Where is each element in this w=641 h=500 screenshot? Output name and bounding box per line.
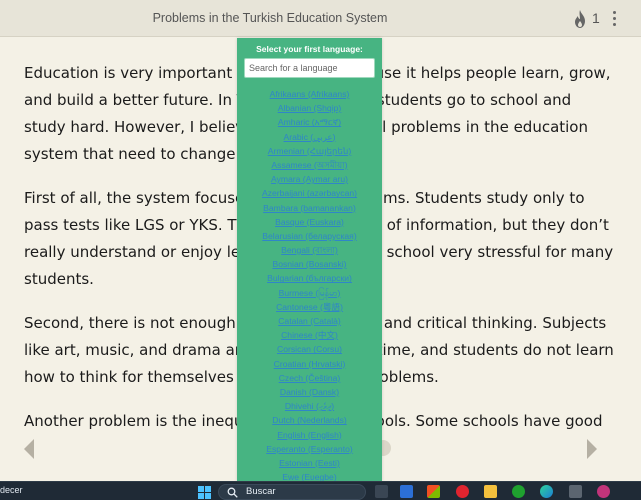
- language-option[interactable]: Aymara (Aymar aru): [237, 172, 382, 186]
- language-option[interactable]: Bambara (bamanankan): [237, 201, 382, 215]
- file-explorer-icon[interactable]: [375, 485, 388, 498]
- language-option[interactable]: Esperanto (Esperanto): [237, 442, 382, 456]
- language-option[interactable]: Belarusian (беларуская): [237, 229, 382, 243]
- language-option[interactable]: Dhivehi (ދިވެހި): [237, 399, 382, 413]
- kebab-menu-icon[interactable]: [610, 10, 618, 28]
- language-option[interactable]: Assamese (অসমীয়া): [237, 158, 382, 172]
- language-option[interactable]: Basque (Euskara): [237, 215, 382, 229]
- language-search-input[interactable]: [244, 58, 375, 78]
- language-picker-heading: Select your first language:: [256, 44, 363, 54]
- language-option[interactable]: Cantonese (粵語): [237, 300, 382, 314]
- language-option[interactable]: Danish (Dansk): [237, 385, 382, 399]
- chevron-left-icon[interactable]: [22, 438, 36, 460]
- language-picker: Select your first language: Afrikaans (A…: [237, 38, 382, 482]
- language-option[interactable]: Czech (Čeština): [237, 371, 382, 385]
- language-option[interactable]: Corsican (Corsu): [237, 342, 382, 356]
- language-list: Afrikaans (Afrikaans) Albanian (Shqip) A…: [237, 87, 382, 482]
- page-title: Problems in the Turkish Education System: [152, 11, 388, 25]
- taskbar-search-label: Buscar: [246, 486, 276, 497]
- language-option[interactable]: Bulgarian (български): [237, 271, 382, 285]
- store-icon[interactable]: [427, 485, 440, 498]
- language-option[interactable]: Amharic (አማርኛ): [237, 115, 382, 129]
- search-icon: [227, 487, 238, 498]
- taskbar-corner-text: decer: [0, 485, 23, 495]
- chevron-right-icon[interactable]: [585, 438, 599, 460]
- windows-icon[interactable]: [198, 486, 211, 499]
- os-taskbar: decer Buscar: [0, 481, 641, 500]
- folder-icon[interactable]: [484, 485, 497, 498]
- opera-icon[interactable]: [456, 485, 469, 498]
- title-bar: Problems in the Turkish Education System…: [0, 0, 641, 37]
- taskbar-search[interactable]: Buscar: [218, 484, 366, 500]
- fire-icon[interactable]: [571, 9, 589, 29]
- language-option[interactable]: Dutch (Nederlands): [237, 413, 382, 427]
- language-option[interactable]: Azerbaijani (azərbaycan): [237, 186, 382, 200]
- streak-count: 1: [592, 10, 600, 26]
- xbox-icon[interactable]: [512, 485, 525, 498]
- language-option[interactable]: Estonian (Eesti): [237, 456, 382, 470]
- language-option[interactable]: Bengali (বাংলা): [237, 243, 382, 257]
- language-option[interactable]: Arabic (عربي): [237, 130, 382, 144]
- app-icon[interactable]: [400, 485, 413, 498]
- language-option[interactable]: Catalan (Català): [237, 314, 382, 328]
- language-option[interactable]: Bosnian (Bosanski): [237, 257, 382, 271]
- calculator-icon[interactable]: [569, 485, 582, 498]
- language-option[interactable]: Croatian (Hrvatski): [237, 357, 382, 371]
- language-option[interactable]: Albanian (Shqip): [237, 101, 382, 115]
- language-option[interactable]: Burmese (မြန်မာ): [237, 286, 382, 300]
- edge-icon[interactable]: [540, 485, 553, 498]
- language-option[interactable]: English (English): [237, 428, 382, 442]
- language-option[interactable]: Chinese (中文): [237, 328, 382, 342]
- app-icon-2[interactable]: [597, 485, 610, 498]
- language-option[interactable]: Armenian (Հայերեն): [237, 144, 382, 158]
- language-option[interactable]: Afrikaans (Afrikaans): [237, 87, 382, 101]
